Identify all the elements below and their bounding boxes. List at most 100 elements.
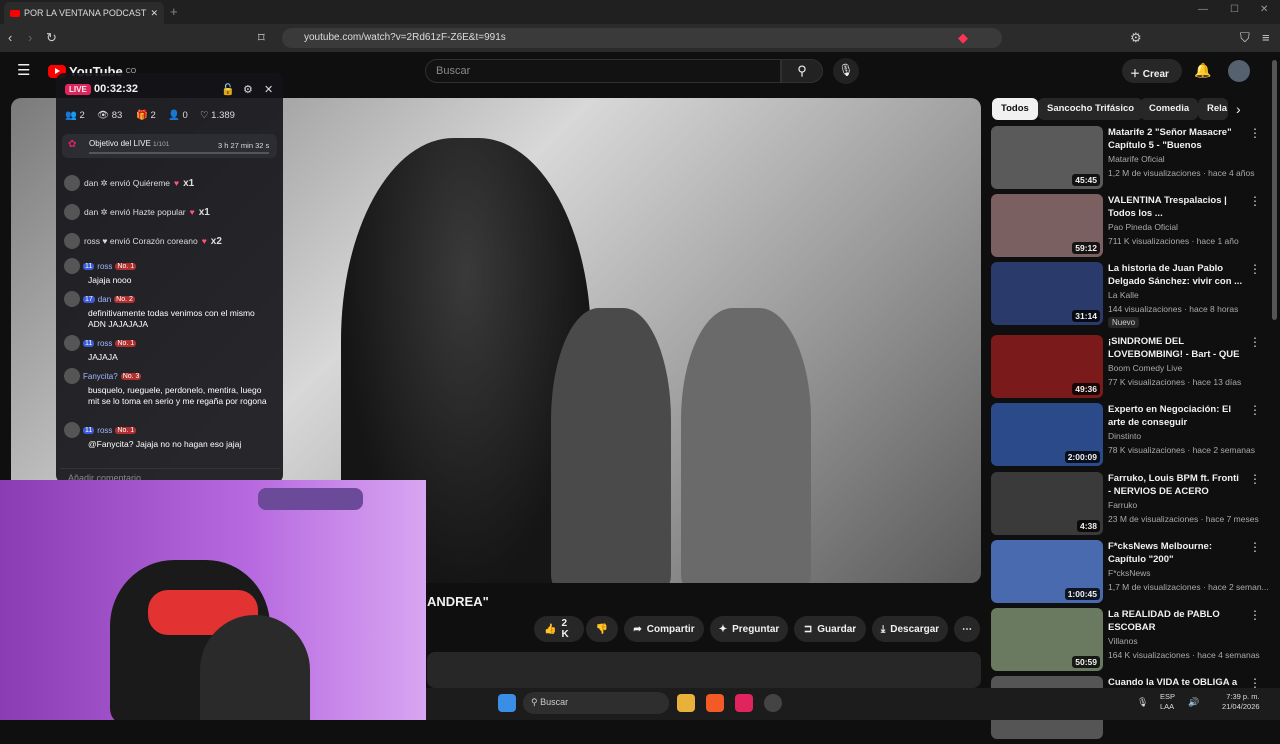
chat-username[interactable]: ross [97,262,112,271]
language-indicator[interactable]: ESP LAA [1160,692,1175,712]
rec-channel[interactable]: Pao Pineda Oficial [1108,222,1178,232]
taskbar-search[interactable]: ⚲ Buscar [523,692,669,714]
ask-button[interactable]: ✦ Preguntar [710,616,788,642]
save-button[interactable]: ⊐ Guardar [794,616,866,642]
more-vert-icon[interactable]: ⋮ [1249,540,1261,554]
description-box[interactable] [427,652,981,688]
forward-icon[interactable]: › [28,30,32,45]
file-explorer-icon[interactable] [677,694,695,712]
rec-title[interactable]: F*cksNews Melbourne: Capítulo "200" [1108,540,1243,566]
search-input[interactable]: Buscar [425,59,781,83]
rec-thumbnail[interactable]: 1:00:45 [991,540,1103,603]
menu-icon[interactable]: ≡ [1262,30,1270,45]
chat-text: Jajaja nooo [88,275,132,285]
brave-shield-icon[interactable]: ◆ [958,30,968,46]
bookmark-icon[interactable]: ⌑ [258,30,265,46]
download-button[interactable]: ⤓ Descargar [872,616,948,642]
close-icon[interactable]: ✕ [264,83,273,96]
rec-title[interactable]: La REALIDAD de PABLO ESCOBAR [1108,608,1243,634]
rec-video[interactable]: 31:14 La historia de Juan Pablo Delgado … [991,262,1263,330]
chip-related[interactable]: Rela [1198,98,1228,120]
rec-thumbnail[interactable]: 49:36 [991,335,1103,398]
rec-channel[interactable]: Dinstinto [1108,431,1141,441]
rec-thumbnail[interactable]: 59:12 [991,194,1103,257]
network-volume-icon[interactable]: 🔊 [1188,697,1199,708]
rec-title[interactable]: Experto en Negociación: El arte de conse… [1108,403,1243,430]
windows-start-icon[interactable] [498,694,516,712]
rec-title[interactable]: Matarife 2 "Señor Masacre" Capítulo 5 - … [1108,126,1243,153]
search-button[interactable]: ⚲ [781,59,823,83]
reload-icon[interactable]: ↻ [46,30,57,46]
rec-duration: 45:45 [1072,174,1100,186]
rec-title[interactable]: Farruko, Louis BPM ft. Fronti - NERVIOS … [1108,472,1243,499]
chat-username[interactable]: ross [97,339,112,348]
maximize-icon[interactable]: ☐ [1230,4,1239,15]
chat-username[interactable]: dan [98,295,111,304]
gift-icon: ♥ [189,207,195,217]
create-button[interactable]: ＋ Crear [1122,59,1182,83]
rec-channel[interactable]: La Kalle [1108,290,1139,300]
rec-channel[interactable]: F*cksNews [1108,568,1151,578]
rank-badge: No. 1 [115,262,137,270]
avatar [64,204,80,220]
avatar[interactable] [1228,60,1250,82]
rec-channel[interactable]: Villanos [1108,636,1138,646]
microphone-tray-icon[interactable]: 🎙 [1137,697,1148,708]
settings-icon[interactable]: ⚙ [243,83,253,96]
chip-sancocho[interactable]: Sancocho Trifásico [1038,98,1144,120]
chip-comedia[interactable]: Comedia [1140,98,1199,120]
chip-todos[interactable]: Todos [992,98,1038,120]
scrollbar[interactable] [1272,60,1277,320]
rec-video[interactable]: 50:59 La REALIDAD de PABLO ESCOBAR Villa… [991,608,1263,676]
rec-channel[interactable]: Farruko [1108,500,1137,510]
chat-username[interactable]: ross [97,426,112,435]
rec-video[interactable]: 4:38 Farruko, Louis BPM ft. Fronti - NER… [991,472,1263,540]
rec-thumbnail[interactable]: 31:14 [991,262,1103,325]
browser-tab[interactable]: POR LA VENTANA PODCAST ✕ [4,2,164,24]
chevron-right-icon[interactable]: › [1236,101,1241,117]
rec-video[interactable]: 49:36 ¡SINDROME DEL LOVEBOMBING! - Bart … [991,335,1263,403]
rec-title[interactable]: La historia de Juan Pablo Delgado Sánche… [1108,262,1243,288]
minimize-icon[interactable]: — [1198,4,1208,15]
rec-thumbnail[interactable]: 45:45 [991,126,1103,189]
notifications-bell-icon[interactable]: 🔔 [1194,62,1211,79]
clock[interactable]: 7:39 p. m. 21/04/2026 [1222,692,1260,712]
more-vert-icon[interactable]: ⋮ [1249,335,1261,349]
more-vert-icon[interactable]: ⋮ [1249,608,1261,622]
more-vert-icon[interactable]: ⋮ [1249,126,1261,140]
more-vert-icon[interactable]: ⋮ [1249,472,1261,486]
new-tab-icon[interactable]: + [170,4,178,19]
close-tab-icon[interactable]: ✕ [150,8,158,19]
rec-title[interactable]: VALENTINA Trespalacios | Todos los ... [1108,194,1243,220]
lock-icon[interactable]: 🔓 [221,83,235,96]
rec-video[interactable]: 1:00:45 F*cksNews Melbourne: Capítulo "2… [991,540,1269,608]
app-icon[interactable] [764,694,782,712]
more-icon: ⋯ [962,623,972,635]
rec-thumbnail[interactable]: 50:59 [991,608,1103,671]
rec-title[interactable]: ¡SINDROME DEL LOVEBOMBING! - Bart - QUE … [1108,335,1243,362]
dislike-button[interactable]: 👎 [586,616,618,642]
hamburger-menu-icon[interactable]: ☰ [17,61,30,79]
rec-thumbnail[interactable]: 4:38 [991,472,1103,535]
rec-video[interactable]: 59:12 VALENTINA Trespalacios | Todos los… [991,194,1263,262]
share-button[interactable]: ➦ Compartir [624,616,704,642]
more-actions-button[interactable]: ⋯ [954,616,980,642]
close-window-icon[interactable]: ✕ [1260,4,1268,15]
vpn-icon[interactable]: ⛉ [1240,30,1250,46]
extensions-icon[interactable]: ⚙ [1130,30,1142,46]
more-vert-icon[interactable]: ⋮ [1249,262,1261,276]
more-vert-icon[interactable]: ⋮ [1249,194,1261,208]
more-vert-icon[interactable]: ⋮ [1249,403,1261,417]
rec-channel[interactable]: Matarife Oficial [1108,154,1165,164]
url-bar[interactable]: youtube.com/watch?v=2Rd61zF-Z6E&t=991s [282,28,1002,48]
tiktok-icon[interactable] [735,694,753,712]
rec-channel[interactable]: Boom Comedy Live [1108,363,1182,373]
rec-video[interactable]: 45:45 Matarife 2 "Señor Masacre" Capítul… [991,126,1263,194]
rec-thumbnail[interactable]: 2:00:09 [991,403,1103,466]
chat-username[interactable]: Fanycita? [83,372,118,381]
like-button[interactable]: 👍 2 K [534,616,584,642]
back-icon[interactable]: ‹ [8,30,12,45]
voice-search-icon[interactable]: 🎙 [833,58,859,84]
brave-browser-icon[interactable] [706,694,724,712]
rec-video[interactable]: 2:00:09 Experto en Negociación: El arte … [991,403,1263,471]
